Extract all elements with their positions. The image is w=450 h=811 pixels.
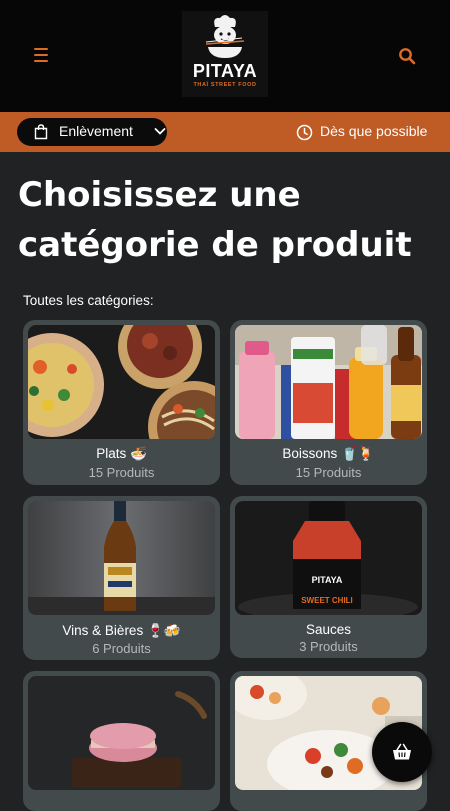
- search-icon[interactable]: [398, 47, 416, 65]
- brand-logo[interactable]: PITAYA THAÏ STREET FOOD: [182, 11, 268, 97]
- category-count: 15 Produits: [295, 465, 362, 480]
- order-mode-selector[interactable]: Enlèvement: [17, 118, 167, 146]
- chef-mascot-icon: [205, 15, 245, 58]
- shopping-bag-icon: [34, 124, 48, 140]
- basket-icon: [393, 743, 411, 760]
- category-image: [28, 325, 215, 439]
- category-image: PITAYA SWEET CHILI: [235, 501, 422, 615]
- brand-name: PITAYA: [192, 61, 258, 81]
- category-count: 15 Produits: [88, 465, 155, 480]
- menu-icon[interactable]: [34, 48, 48, 63]
- svg-text:SWEET CHILI: SWEET CHILI: [301, 596, 353, 605]
- category-name: Vins & Bières 🍷🍻: [62, 623, 181, 638]
- clock-icon: [296, 124, 313, 141]
- category-name: Sauces: [305, 622, 352, 637]
- cart-button[interactable]: [372, 722, 432, 782]
- section-label: Toutes les catégories:: [23, 293, 154, 308]
- category-card-desserts[interactable]: [23, 671, 220, 811]
- category-name: Plats 🍜: [96, 446, 147, 461]
- category-image: [235, 325, 422, 439]
- category-card-vins-bieres[interactable]: Vins & Bières 🍷🍻 6 Produits: [23, 496, 220, 660]
- category-image: [28, 501, 215, 615]
- category-image: [28, 676, 215, 790]
- pickup-time-label: Dès que possible: [320, 123, 428, 139]
- chevron-down-icon: [154, 128, 166, 135]
- category-card-plats[interactable]: Plats 🍜 15 Produits: [23, 320, 220, 485]
- category-count: 3 Produits: [299, 639, 358, 654]
- category-count: 6 Produits: [92, 641, 151, 656]
- category-card-boissons[interactable]: Boissons 🥤🍹 15 Produits: [230, 320, 427, 485]
- category-card-sauces[interactable]: PITAYA SWEET CHILI Sauces 3 Produits: [230, 496, 427, 658]
- page-title: Choisissez une catégorie de produit: [18, 175, 412, 265]
- brand-tagline: THAÏ STREET FOOD: [193, 82, 257, 88]
- category-name: Boissons 🥤🍹: [282, 446, 375, 461]
- svg-text:PITAYA: PITAYA: [312, 575, 343, 585]
- order-mode-label: Enlèvement: [59, 123, 133, 139]
